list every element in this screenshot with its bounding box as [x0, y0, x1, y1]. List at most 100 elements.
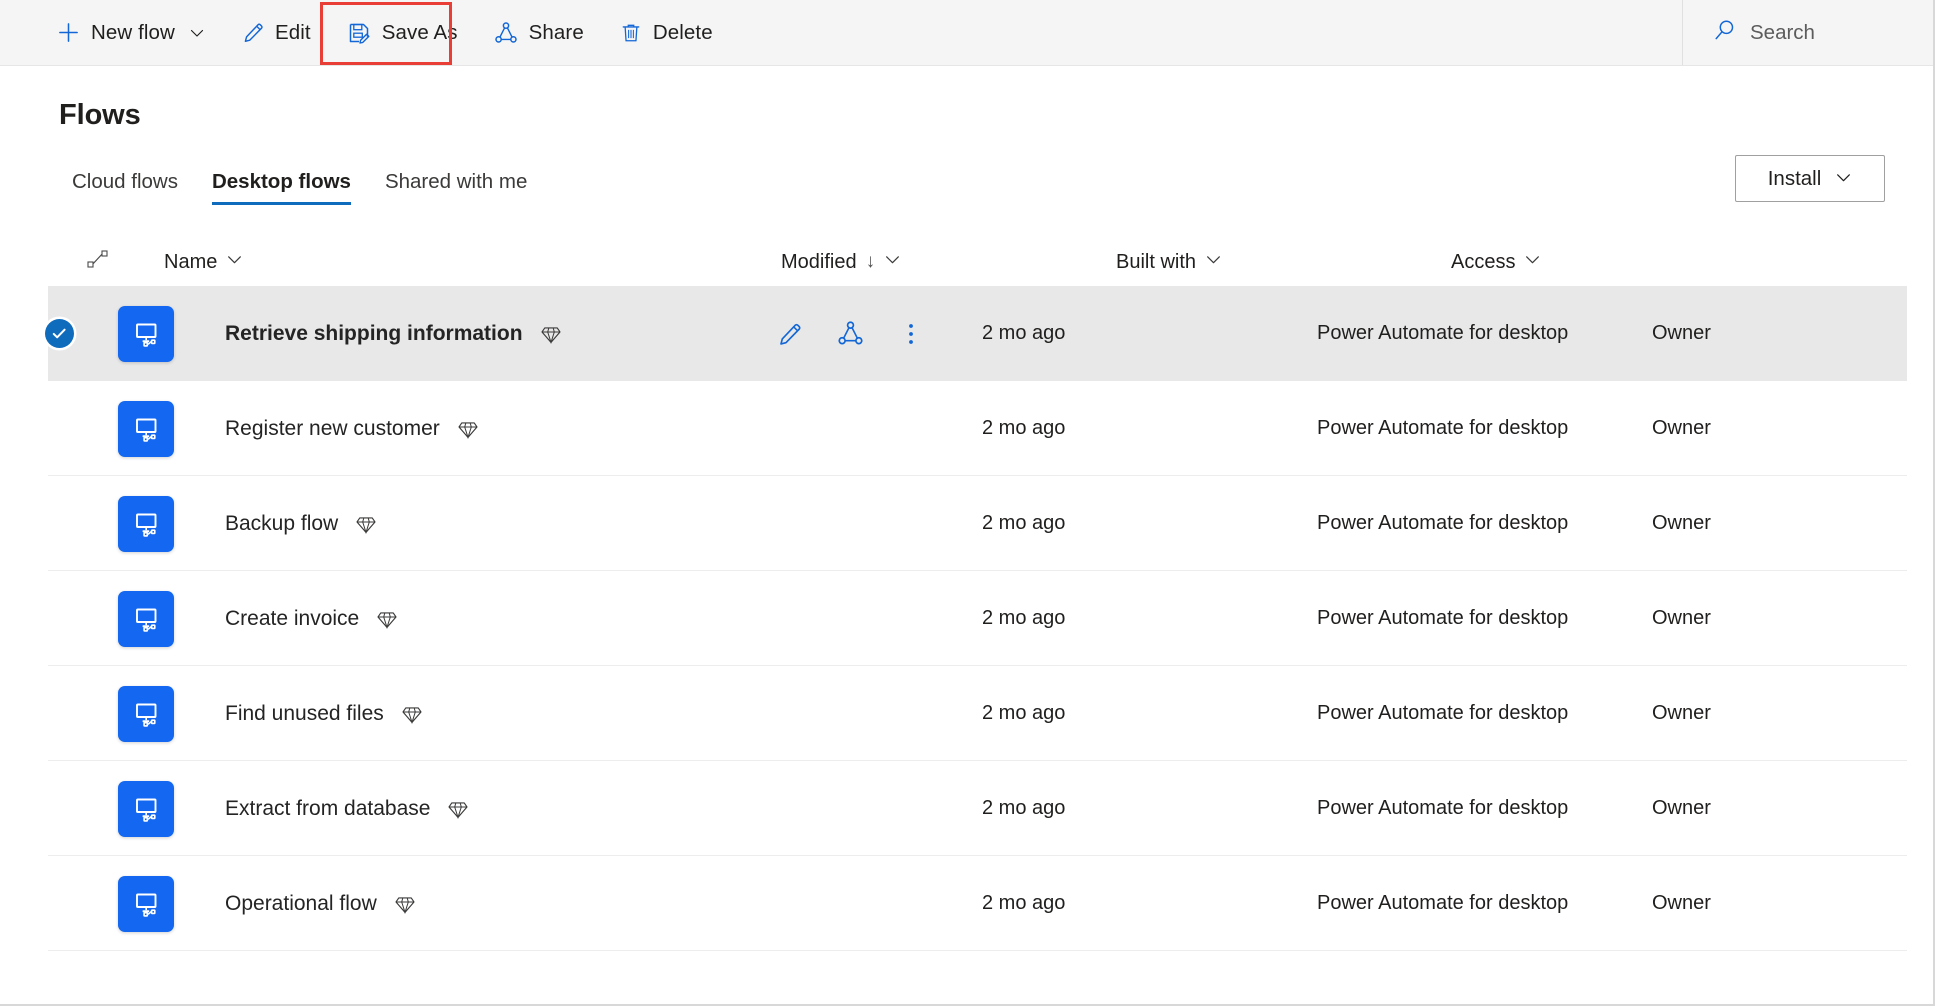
modified-value: 2 mo ago: [982, 322, 1066, 344]
table-row[interactable]: Operational flow 2 mo ago Power Automate…: [0, 856, 1933, 951]
save-as-icon: [347, 21, 371, 45]
install-button[interactable]: Install: [1735, 155, 1885, 202]
row-checkbox[interactable]: [44, 319, 74, 348]
save-as-label: Save As: [381, 20, 458, 44]
column-header-built-with-label: Built with: [1116, 250, 1197, 273]
access-value: Owner: [1652, 797, 1711, 819]
row-modified-cell: 2 mo ago: [982, 702, 1317, 725]
premium-diamond-icon: [540, 323, 562, 345]
modified-value: 2 mo ago: [982, 797, 1066, 819]
page-header: Flows Install: [0, 66, 1933, 202]
search-region: Search: [1682, 0, 1933, 65]
share-label: Share: [528, 20, 584, 44]
row-name-cell[interactable]: Retrieve shipping information: [225, 322, 775, 346]
row-name-cell[interactable]: Extract from database: [225, 797, 775, 821]
row-built-with-cell: Power Automate for desktop: [1317, 607, 1652, 630]
chevron-down-icon: [226, 251, 243, 274]
modified-value: 2 mo ago: [982, 892, 1066, 914]
edit-button[interactable]: Edit: [228, 12, 324, 54]
column-header-modified[interactable]: Modified ↓: [775, 247, 1110, 278]
row-access-cell: Owner: [1652, 892, 1892, 915]
save-as-button[interactable]: Save As: [334, 12, 471, 54]
table-row[interactable]: Find unused files 2 mo ago Power Automat…: [0, 666, 1933, 761]
row-select-cell[interactable]: [0, 319, 118, 348]
table-row[interactable]: Retrieve shipping information 2 mo ago P…: [0, 286, 1933, 381]
flow-type-icon: [87, 250, 109, 274]
new-flow-button[interactable]: New flow: [44, 12, 218, 54]
delete-button[interactable]: Delete: [607, 12, 726, 54]
desktop-flow-icon: [118, 780, 174, 837]
row-edit-icon[interactable]: [775, 320, 803, 348]
row-name-cell[interactable]: Create invoice: [225, 607, 775, 631]
row-built-with-cell: Power Automate for desktop: [1317, 702, 1652, 725]
row-modified-cell: 2 mo ago: [982, 322, 1317, 345]
row-name-cell[interactable]: Find unused files: [225, 702, 775, 726]
row-modified-cell: 2 mo ago: [982, 417, 1317, 440]
share-button[interactable]: Share: [481, 12, 597, 54]
desktop-flow-icon: [118, 495, 174, 552]
desktop-flow-icon: [118, 685, 174, 742]
row-name-cell[interactable]: Register new customer: [225, 417, 775, 441]
premium-diamond-icon: [376, 608, 398, 630]
row-access-cell: Owner: [1652, 797, 1892, 820]
row-type-cell: [118, 685, 225, 742]
premium-diamond-icon: [401, 703, 423, 725]
row-built-with-cell: Power Automate for desktop: [1317, 797, 1652, 820]
sort-descending-icon: ↓: [865, 251, 876, 272]
delete-label: Delete: [652, 20, 713, 44]
table-row[interactable]: Register new customer 2 mo ago Power Aut…: [0, 381, 1933, 476]
flow-name: Backup flow: [225, 511, 339, 535]
column-header-built-with[interactable]: Built with: [1110, 247, 1445, 278]
row-share-icon[interactable]: [836, 320, 864, 348]
row-modified-cell: 2 mo ago: [982, 607, 1317, 630]
selected-check-icon: [44, 319, 74, 348]
row-modified-cell: 2 mo ago: [982, 892, 1317, 915]
pivot-tabs: Cloud flows Desktop flows Shared with me: [0, 158, 1933, 205]
flow-name: Extract from database: [225, 796, 431, 820]
chevron-down-icon: [1205, 251, 1222, 274]
row-name-cell[interactable]: Operational flow: [225, 892, 775, 916]
column-header-modified-label: Modified: [781, 250, 857, 273]
search-icon: [1713, 18, 1737, 47]
access-value: Owner: [1652, 417, 1711, 439]
row-type-cell: [118, 400, 225, 457]
row-name-cell[interactable]: Backup flow: [225, 512, 775, 536]
command-bar: New flow Edit Save As Share Delete Searc…: [0, 0, 1933, 66]
row-modified-cell: 2 mo ago: [982, 512, 1317, 535]
table-body: Retrieve shipping information 2 mo ago P…: [0, 286, 1933, 951]
column-header-access[interactable]: Access: [1445, 247, 1685, 278]
desktop-flow-icon: [118, 590, 174, 647]
row-built-with-cell: Power Automate for desktop: [1317, 512, 1652, 535]
modified-value: 2 mo ago: [982, 417, 1066, 439]
tab-shared-with-me[interactable]: Shared with me: [368, 170, 544, 205]
built-with-value: Power Automate for desktop: [1317, 322, 1569, 344]
chevron-down-icon: [1835, 169, 1852, 189]
built-with-value: Power Automate for desktop: [1317, 797, 1569, 819]
built-with-value: Power Automate for desktop: [1317, 892, 1569, 914]
modified-value: 2 mo ago: [982, 702, 1066, 724]
search-input[interactable]: Search: [1695, 10, 1903, 56]
modified-value: 2 mo ago: [982, 607, 1066, 629]
access-value: Owner: [1652, 702, 1711, 724]
table-row[interactable]: Create invoice 2 mo ago Power Automate f…: [0, 571, 1933, 666]
row-built-with-cell: Power Automate for desktop: [1317, 892, 1652, 915]
chevron-down-icon: [884, 251, 901, 274]
column-header-name-label: Name: [164, 250, 218, 273]
search-placeholder: Search: [1750, 20, 1815, 44]
row-more-commands-icon[interactable]: [897, 320, 925, 348]
plus-icon: [57, 21, 80, 44]
premium-diamond-icon: [355, 513, 377, 535]
access-value: Owner: [1652, 322, 1711, 344]
access-value: Owner: [1652, 512, 1711, 534]
tab-desktop-flows[interactable]: Desktop flows: [195, 170, 368, 205]
column-header-name[interactable]: Name: [118, 247, 775, 278]
premium-diamond-icon: [457, 418, 479, 440]
table-row[interactable]: Backup flow 2 mo ago Power Automate for …: [0, 476, 1933, 571]
desktop-flow-icon: [118, 305, 174, 362]
flow-name: Retrieve shipping information: [225, 321, 523, 345]
column-header-type[interactable]: [0, 250, 118, 274]
chevron-down-icon: [189, 25, 205, 41]
tab-cloud-flows[interactable]: Cloud flows: [55, 170, 195, 205]
table-row[interactable]: Extract from database 2 mo ago Power Aut…: [0, 761, 1933, 856]
row-modified-cell: 2 mo ago: [982, 797, 1317, 820]
